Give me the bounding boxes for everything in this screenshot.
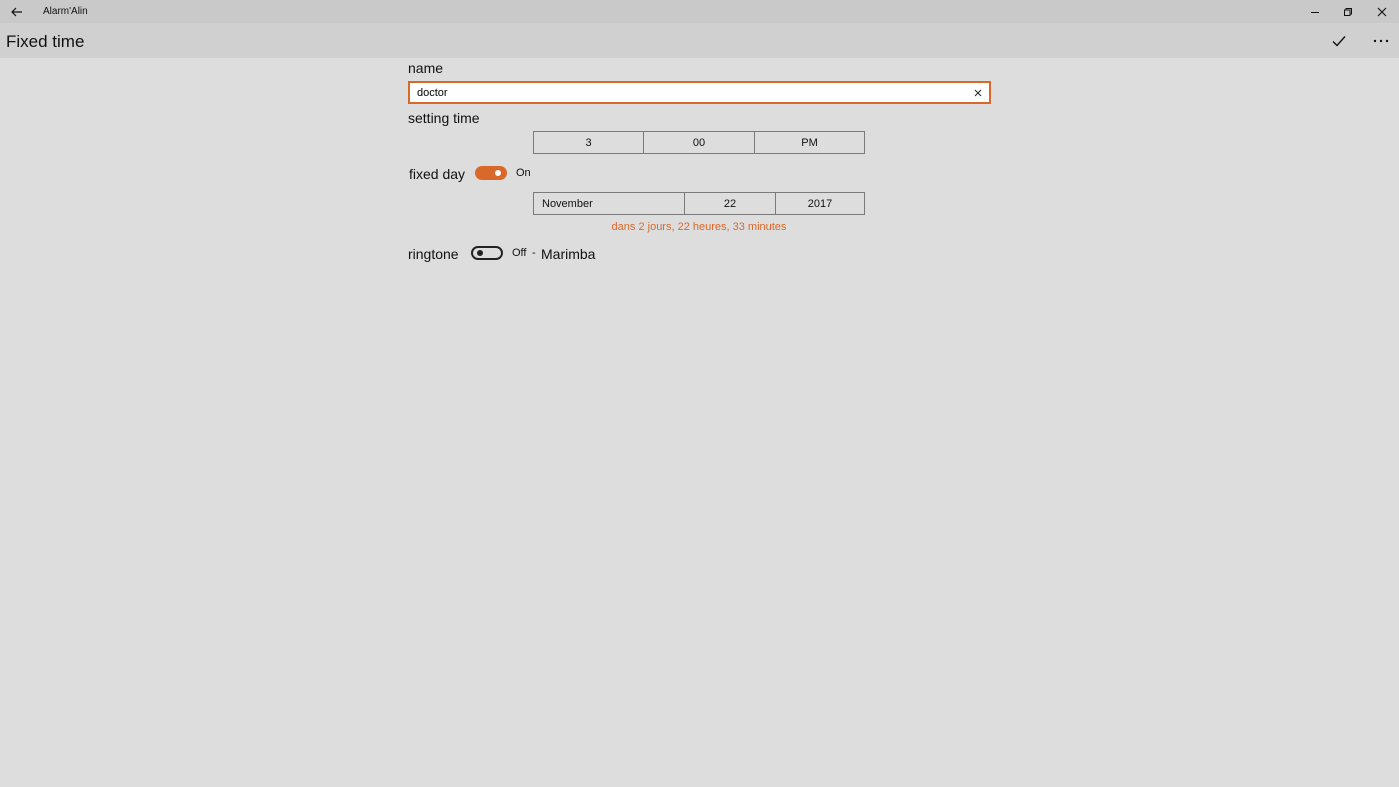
more-icon — [1373, 39, 1389, 42]
date-picker[interactable]: November 22 2017 — [533, 192, 865, 215]
command-bar: Fixed time — [0, 23, 1399, 58]
back-arrow-icon — [11, 7, 22, 16]
day-selector[interactable]: 22 — [685, 193, 776, 214]
toggle-knob — [495, 170, 501, 176]
setting-time-label: setting time — [408, 110, 480, 126]
ringtone-label: ringtone — [408, 246, 459, 262]
ringtone-separator: - — [532, 247, 536, 259]
minimize-button[interactable] — [1298, 0, 1332, 23]
more-options-button[interactable] — [1361, 23, 1399, 58]
restore-button[interactable] — [1331, 0, 1365, 23]
clear-button[interactable] — [969, 83, 987, 102]
ringtone-state: Off — [512, 247, 527, 259]
fixed-day-state: On — [516, 167, 531, 179]
year-selector[interactable]: 2017 — [776, 193, 864, 214]
app-window: Alarm'Alin Fixed time name doctor settin… — [0, 0, 1399, 787]
toggle-knob — [477, 250, 483, 256]
checkmark-icon — [1332, 35, 1346, 47]
close-button[interactable] — [1365, 0, 1399, 23]
minute-selector[interactable]: 00 — [644, 132, 755, 153]
period-selector[interactable]: PM — [755, 132, 864, 153]
window-title: Alarm'Alin — [43, 6, 88, 17]
fixed-day-label: fixed day — [409, 166, 466, 182]
time-picker[interactable]: 3 00 PM — [533, 131, 865, 154]
title-bar: Alarm'Alin — [0, 0, 1399, 23]
ringtone-name[interactable]: Marimba — [541, 246, 595, 262]
name-field[interactable] — [408, 81, 991, 104]
back-button[interactable] — [0, 0, 34, 23]
close-icon — [1377, 7, 1387, 16]
hour-selector[interactable]: 3 — [534, 132, 644, 153]
accept-button[interactable] — [1319, 23, 1359, 58]
clear-icon — [974, 89, 982, 96]
restore-icon — [1344, 7, 1352, 16]
name-label: name — [408, 60, 444, 76]
page-title: Fixed time — [6, 32, 85, 51]
minimize-icon — [1311, 11, 1319, 13]
month-selector[interactable]: November — [534, 193, 685, 214]
fixed-day-toggle[interactable] — [475, 166, 507, 180]
ringtone-toggle[interactable] — [471, 246, 503, 260]
countdown-text: dans 2 jours, 22 heures, 33 minutes — [611, 221, 787, 233]
name-input[interactable] — [417, 83, 957, 102]
